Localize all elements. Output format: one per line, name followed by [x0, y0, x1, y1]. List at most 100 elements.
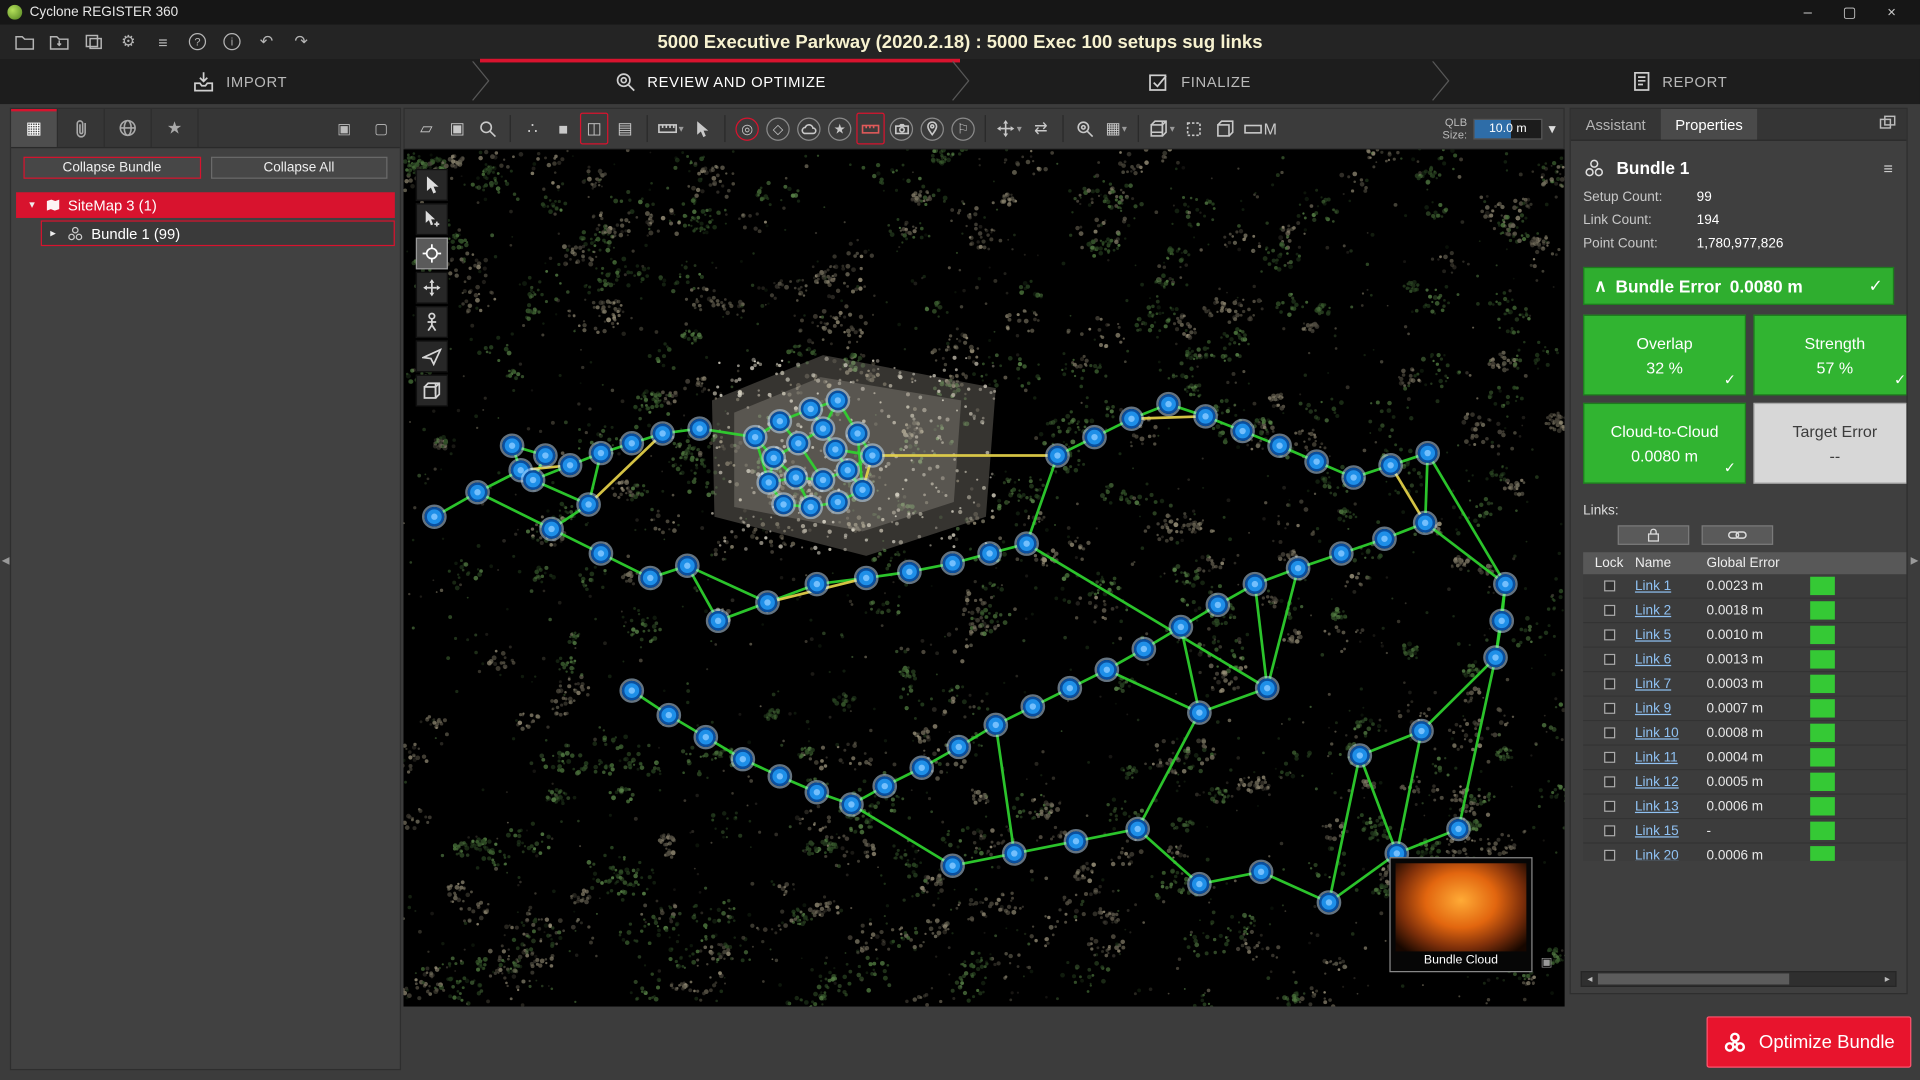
clip-box-button[interactable]: [1211, 113, 1239, 145]
link-table-row[interactable]: Link 1 0.0023 m: [1583, 574, 1906, 598]
scroll-left-arrow[interactable]: ◂: [1582, 973, 1598, 984]
link-table-row[interactable]: Link 7 0.0003 m: [1583, 672, 1906, 696]
link-name[interactable]: Link 20: [1635, 848, 1707, 861]
optimize-bundle-button[interactable]: Optimize Bundle: [1707, 1016, 1912, 1067]
tab-properties[interactable]: Properties: [1660, 109, 1757, 140]
lock-checkbox[interactable]: [1603, 703, 1614, 714]
add-image-button[interactable]: [887, 113, 915, 145]
thumbnail-expand-icon[interactable]: ▣: [1541, 956, 1553, 969]
lock-checkbox[interactable]: [1603, 776, 1614, 787]
image-view-button[interactable]: ▤: [611, 113, 639, 145]
pick-point-button[interactable]: [689, 113, 717, 145]
fly-tool[interactable]: [416, 340, 448, 372]
storage-manager-button[interactable]: [79, 28, 109, 55]
lock-checkbox[interactable]: [1603, 850, 1614, 861]
link-name[interactable]: Link 2: [1635, 603, 1707, 618]
lock-checkbox[interactable]: [1603, 727, 1614, 738]
link-table-row[interactable]: Link 6 0.0013 m: [1583, 648, 1906, 672]
link-table-row[interactable]: Link 11 0.0004 m: [1583, 746, 1906, 770]
tab-favorites[interactable]: ★: [152, 109, 199, 147]
caret-down-icon[interactable]: ▾: [1170, 123, 1175, 134]
settings-button[interactable]: ⚙: [114, 28, 144, 55]
tab-import[interactable]: IMPORT: [0, 59, 480, 104]
link-table-row[interactable]: Link 5 0.0010 m: [1583, 623, 1906, 647]
add-cloud-button[interactable]: [795, 113, 823, 145]
link-name[interactable]: Link 15: [1635, 823, 1707, 838]
lock-checkbox[interactable]: [1603, 825, 1614, 836]
point-cloud-viewport[interactable]: Bundle Cloud ▣: [403, 149, 1564, 1006]
bundle-error-banner[interactable]: ∧ Bundle Error 0.0080 m ✓: [1583, 267, 1894, 305]
panel-restore-button[interactable]: [1879, 115, 1896, 133]
new-window-button[interactable]: ▣: [443, 113, 471, 145]
shaded-view-button[interactable]: ■: [549, 113, 577, 145]
lock-checkbox[interactable]: [1603, 654, 1614, 665]
redo-button[interactable]: ↷: [286, 28, 316, 55]
limit-box-button[interactable]: [1180, 113, 1208, 145]
links-horizontal-scrollbar[interactable]: ◂ ▸: [1581, 971, 1897, 987]
apply-transform-button[interactable]: ⇄: [1027, 113, 1055, 145]
link-name[interactable]: Link 11: [1635, 750, 1707, 765]
orbit-tool[interactable]: [416, 238, 448, 270]
link-name[interactable]: Link 10: [1635, 726, 1707, 741]
link-tool-button[interactable]: [1702, 525, 1774, 545]
grid-toggle-button[interactable]: ▦ ▾: [1102, 113, 1130, 145]
import-data-button[interactable]: [44, 28, 74, 55]
tab-project-tree[interactable]: ▦: [11, 109, 58, 147]
link-name[interactable]: Link 6: [1635, 652, 1707, 667]
lock-checkbox[interactable]: [1603, 629, 1614, 640]
global-error-column-header[interactable]: Global Error: [1707, 556, 1803, 571]
lock-checkbox[interactable]: [1603, 678, 1614, 689]
tab-geo-coordinates[interactable]: [105, 109, 152, 147]
expand-right-panel-handle[interactable]: ▶: [1909, 544, 1920, 576]
scrollbar-thumb[interactable]: [1598, 973, 1789, 984]
lock-checkbox[interactable]: [1603, 752, 1614, 763]
tab-assistant[interactable]: Assistant: [1571, 109, 1661, 140]
maximize-button[interactable]: ▢: [1829, 0, 1871, 24]
link-name[interactable]: Link 1: [1635, 579, 1707, 594]
lock-column-header[interactable]: Lock: [1583, 556, 1635, 571]
link-name[interactable]: Link 13: [1635, 799, 1707, 814]
collapse-left-panel-handle[interactable]: ◀: [0, 544, 11, 576]
tree-item-sitemap[interactable]: ▾ SiteMap 3 (1): [16, 192, 395, 218]
link-name[interactable]: Link 7: [1635, 677, 1707, 692]
log-button[interactable]: ≡: [148, 28, 178, 55]
expand-caret-icon[interactable]: ▾: [26, 198, 38, 211]
tab-review-and-optimize[interactable]: REVIEW AND OPTIMIZE: [480, 59, 960, 104]
view-cube-button[interactable]: ▾: [1146, 113, 1177, 145]
add-favorite-button[interactable]: ★: [826, 113, 854, 145]
link-table-row[interactable]: Link 13 0.0006 m: [1583, 795, 1906, 819]
scroll-right-arrow[interactable]: ▸: [1879, 973, 1895, 984]
lock-checkbox[interactable]: [1603, 580, 1614, 591]
undo-button[interactable]: ↶: [252, 28, 282, 55]
add-geotag-button[interactable]: ⚐: [949, 113, 977, 145]
link-table-row[interactable]: Link 9 0.0007 m: [1583, 697, 1906, 721]
lock-checkbox[interactable]: [1603, 801, 1614, 812]
link-table-row[interactable]: Link 15 -: [1583, 819, 1906, 843]
walk-view-tool[interactable]: [416, 306, 448, 338]
caret-down-icon[interactable]: ▾: [1017, 123, 1022, 134]
pan-tool[interactable]: [416, 272, 448, 304]
bundle-menu-button[interactable]: ≡: [1883, 159, 1894, 177]
cube-view-tool[interactable]: [416, 375, 448, 407]
caret-down-icon[interactable]: ▾: [1549, 120, 1556, 137]
measure-tool-button[interactable]: [856, 113, 884, 145]
link-table-row[interactable]: Link 10 0.0008 m: [1583, 721, 1906, 745]
move-setup-button[interactable]: ▾: [993, 113, 1024, 145]
tab-finalize[interactable]: FINALIZE: [960, 59, 1440, 104]
link-table-row[interactable]: Link 12 0.0005 m: [1583, 770, 1906, 794]
chevron-up-icon[interactable]: ∧: [1594, 276, 1607, 297]
add-location-button[interactable]: [918, 113, 946, 145]
link-table-row[interactable]: Link 20 0.0006 m: [1583, 844, 1906, 861]
link-table-row[interactable]: Link 2 0.0018 m: [1583, 599, 1906, 623]
link-name[interactable]: Link 5: [1635, 628, 1707, 643]
float-panel-button[interactable]: ▣: [326, 109, 363, 147]
bundle-cloud-thumbnail[interactable]: Bundle Cloud: [1389, 857, 1532, 972]
name-column-header[interactable]: Name: [1635, 556, 1707, 571]
find-setup-button[interactable]: [1071, 113, 1099, 145]
help-button[interactable]: ?: [183, 28, 213, 55]
fence-select-button[interactable]: ▱: [412, 113, 440, 145]
zoom-window-button[interactable]: [474, 113, 502, 145]
tab-attachments[interactable]: [58, 109, 105, 147]
open-project-button[interactable]: [10, 28, 40, 55]
link-name[interactable]: Link 12: [1635, 774, 1707, 789]
